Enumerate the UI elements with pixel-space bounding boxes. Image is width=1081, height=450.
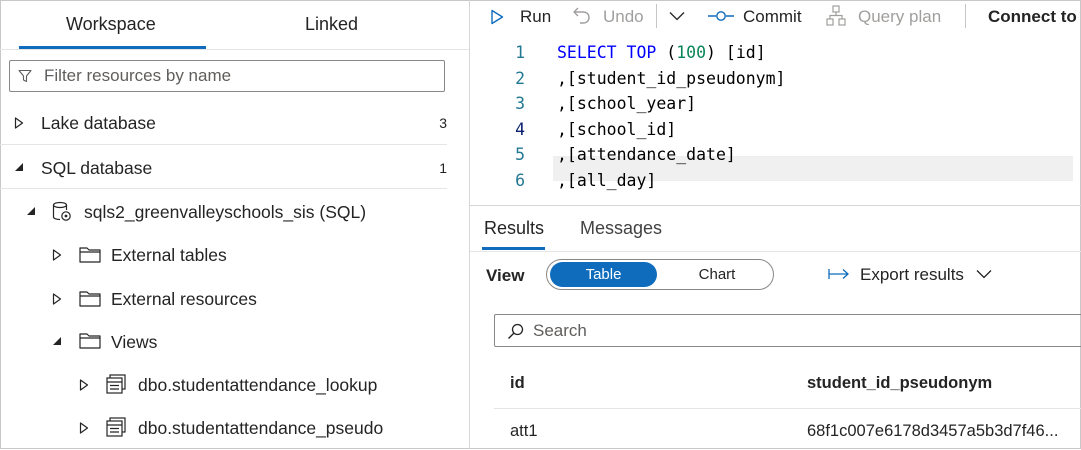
line-number: 3 bbox=[515, 94, 525, 113]
line-number: 5 bbox=[515, 145, 525, 164]
tree-item-label: sqls2_greenvalleyschools_sis (SQL) bbox=[84, 202, 367, 222]
resource-explorer-panel: Workspace Linked Lake database 3 SQL dat… bbox=[0, 0, 470, 449]
play-icon bbox=[491, 9, 504, 25]
tree-item-database[interactable]: sqls2_greenvalleyschools_sis (SQL) bbox=[0, 190, 469, 234]
column-header-id[interactable]: id bbox=[510, 374, 525, 393]
section-count: 1 bbox=[439, 160, 447, 176]
tabs-divider bbox=[0, 49, 469, 50]
view-label: View bbox=[486, 266, 525, 285]
commit-label: Commit bbox=[743, 7, 802, 26]
tree-item-label: External resources bbox=[111, 289, 257, 309]
code-line[interactable]: ,[school_year] bbox=[557, 94, 696, 113]
code-line[interactable]: ,[school_id] bbox=[557, 120, 676, 139]
tab-linked[interactable]: Linked bbox=[305, 14, 358, 35]
header-divider bbox=[494, 408, 1081, 409]
tree-item-label: External tables bbox=[111, 245, 227, 265]
results-search-box[interactable] bbox=[494, 314, 1081, 347]
tree-item-label: dbo.studentattendance_pseudo bbox=[138, 418, 384, 438]
code-token: SELECT TOP bbox=[557, 43, 667, 62]
search-input[interactable] bbox=[533, 315, 1073, 346]
line-number: 1 bbox=[515, 43, 525, 62]
explorer-tabs: Workspace Linked bbox=[0, 0, 469, 50]
filter-input[interactable] bbox=[44, 61, 434, 91]
code-token: ,[all_day] bbox=[557, 170, 657, 190]
section-divider bbox=[0, 144, 447, 145]
connect-to-label: Connect to bbox=[988, 7, 1077, 26]
search-icon bbox=[508, 323, 524, 339]
tab-results[interactable]: Results bbox=[484, 218, 544, 239]
folder-icon bbox=[79, 291, 101, 307]
code-token: ( bbox=[666, 43, 677, 62]
line-number: 6 bbox=[515, 170, 525, 190]
tree-item-label: dbo.studentattendance_lookup bbox=[138, 375, 378, 395]
undo-label: Undo bbox=[603, 7, 644, 26]
chevron-right-icon bbox=[79, 422, 89, 434]
line-number: 2 bbox=[515, 68, 525, 88]
export-arrow-icon bbox=[828, 269, 849, 279]
filter-box[interactable] bbox=[9, 60, 445, 92]
code-token: ,[school_year] bbox=[557, 94, 697, 113]
code-token: ) [id] bbox=[706, 43, 766, 62]
view-table-option[interactable]: Table bbox=[550, 262, 657, 287]
code-token: ,[student_id_pseudonym] bbox=[557, 68, 786, 88]
editor-toolbar: Run Undo Commit Query plan Connect to bbox=[470, 0, 1081, 36]
results-tabs: Results Messages bbox=[470, 205, 1081, 252]
chevron-right-icon bbox=[14, 117, 24, 129]
chevron-right-icon bbox=[52, 293, 62, 305]
section-lake-database[interactable]: Lake database 3 bbox=[0, 101, 469, 145]
query-plan-label: Query plan bbox=[858, 7, 942, 26]
section-sql-database[interactable]: SQL database 1 bbox=[0, 146, 469, 190]
view-toggle: Table Chart bbox=[546, 259, 774, 290]
tree-item-external-resources[interactable]: External resources bbox=[0, 277, 469, 321]
code-token: ,[attendance_date] bbox=[557, 145, 736, 164]
section-divider bbox=[0, 188, 447, 189]
view-chart-option[interactable]: Chart bbox=[672, 262, 762, 287]
toolbar-divider bbox=[656, 4, 657, 28]
code-token: 100 bbox=[676, 43, 707, 62]
chevron-down-icon[interactable] bbox=[669, 11, 685, 21]
query-editor-panel: Run Undo Commit Query plan Connect to 1 … bbox=[470, 0, 1081, 449]
commit-icon bbox=[708, 11, 734, 21]
chevron-right-icon bbox=[52, 249, 62, 261]
column-header-student-id-pseudonym[interactable]: student_id_pseudonym bbox=[807, 374, 992, 393]
export-results-label: Export results bbox=[860, 265, 964, 284]
filter-icon bbox=[18, 69, 32, 83]
tree-item-label: Views bbox=[111, 332, 158, 352]
table-cell: att1 bbox=[510, 422, 538, 440]
code-token: ,[school_id] bbox=[557, 119, 677, 139]
chevron-right-icon bbox=[79, 379, 89, 391]
tab-workspace[interactable]: Workspace bbox=[66, 14, 156, 35]
section-count: 3 bbox=[439, 115, 447, 131]
sql-database-icon bbox=[52, 201, 71, 221]
line-number: 4 bbox=[515, 119, 525, 139]
tree-item-view-lookup[interactable]: dbo.studentattendance_lookup bbox=[0, 363, 469, 407]
run-label: Run bbox=[520, 7, 552, 26]
folder-icon bbox=[79, 247, 101, 263]
section-label: SQL database bbox=[41, 158, 153, 178]
folder-icon bbox=[79, 333, 101, 349]
sql-editor[interactable]: 1 SELECT TOP (100) [id] 2 ,[student_id_pseu… bbox=[470, 38, 1081, 198]
tree-item-views[interactable]: Views bbox=[0, 320, 469, 364]
tab-messages[interactable]: Messages bbox=[580, 218, 662, 239]
undo-icon bbox=[573, 7, 590, 24]
code-line[interactable]: ,[attendance_date] bbox=[557, 145, 736, 164]
view-icon bbox=[106, 417, 126, 437]
tree-item-view-pseudo[interactable]: dbo.studentattendance_pseudo bbox=[0, 406, 469, 450]
chevron-down-icon bbox=[15, 163, 23, 171]
active-tab-indicator bbox=[482, 247, 545, 250]
code-line[interactable]: ,[student_id_pseudonym] bbox=[557, 69, 785, 88]
query-plan-icon bbox=[826, 5, 846, 26]
section-label: Lake database bbox=[41, 113, 156, 133]
toolbar-divider bbox=[965, 4, 966, 28]
code-line[interactable]: ,[all_day] bbox=[557, 171, 656, 190]
chevron-down-icon bbox=[53, 337, 61, 345]
tree-item-external-tables[interactable]: External tables bbox=[0, 233, 469, 277]
chevron-down-icon bbox=[976, 270, 992, 279]
chevron-down-icon bbox=[27, 207, 35, 215]
table-cell: 68f1c007e6178d3457a5b3d7f46... bbox=[807, 422, 1059, 440]
code-line[interactable]: SELECT TOP (100) [id] bbox=[557, 43, 766, 62]
view-icon bbox=[106, 374, 126, 394]
